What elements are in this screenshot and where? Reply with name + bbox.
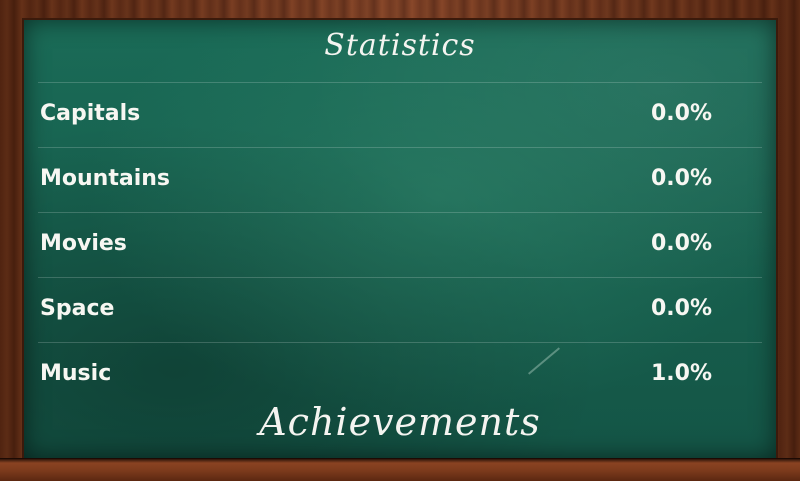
page-title: Statistics [324, 28, 476, 63]
stat-row-capitals: Capitals 0.0% [38, 82, 762, 148]
stat-row-movies: Movies 0.0% [38, 212, 762, 278]
stat-label: Capitals [40, 101, 141, 126]
stat-row-space: Space 0.0% [38, 277, 762, 343]
stat-row-music: Music 1.0% [38, 342, 762, 408]
stat-value: 0.0% [650, 296, 712, 321]
stat-value: 0.0% [650, 231, 712, 256]
stat-label: Music [40, 361, 112, 386]
stat-label: Space [40, 296, 115, 321]
achievements-button[interactable]: Achievements [24, 400, 776, 444]
wood-frame-ledge [0, 458, 800, 481]
stat-label: Mountains [40, 166, 170, 191]
stat-row-mountains: Mountains 0.0% [38, 147, 762, 213]
stat-value: 0.0% [650, 101, 712, 126]
chalkboard: Statistics Capitals 0.0% Mountains 0.0% … [24, 20, 776, 458]
stat-value: 0.0% [650, 166, 712, 191]
stat-label: Movies [40, 231, 127, 256]
stat-value: 1.0% [650, 361, 712, 386]
